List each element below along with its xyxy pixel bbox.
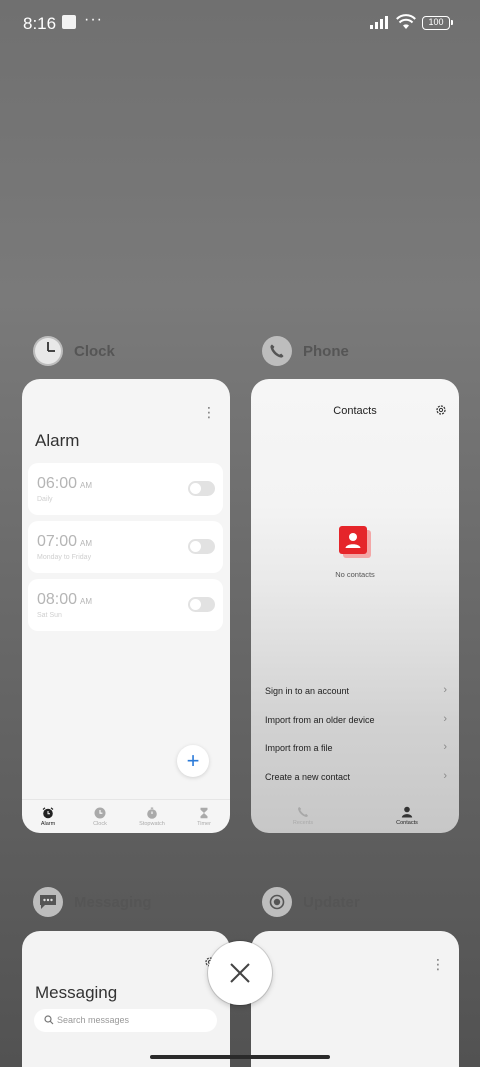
more-options-icon: ⋮ [202,404,216,420]
alarm-toggle [188,597,215,612]
search-placeholder: Search messages [57,1015,130,1025]
app-name: Updater [303,893,360,911]
option-label: Sign in to an account [265,686,350,696]
app-header-clock[interactable]: Clock [33,335,115,367]
option-label: Import from an older device [265,715,375,725]
nav-label: Contacts [396,820,418,826]
phone-icon [298,807,308,817]
alarm-item: 07:00 AM Monday to Friday [28,521,223,573]
clock-app-icon [33,336,63,366]
phone-app-icon [262,336,292,366]
nav-contacts: Contacts [355,799,459,833]
alarm-time: 07:00 [37,533,78,550]
close-icon [230,963,250,983]
alarm-toggle [188,481,215,496]
search-icon [44,1015,54,1025]
app-card-phone[interactable]: Contacts No contacts Sign in to an accou… [251,379,459,833]
screen-title: Messaging [35,983,118,1002]
stopwatch-icon [147,807,157,819]
app-card-messaging[interactable]: Messaging Search messages [22,931,230,1067]
alarm-time: 06:00 [37,475,78,492]
search-field: Search messages [34,1009,217,1032]
battery-level: 100 [428,17,444,27]
alarm-repeat: Sat Sun [37,612,62,619]
nav-timer: Timer [178,800,230,833]
nav-label: Timer [197,820,211,827]
settings-gear-icon [436,405,446,415]
screen-title: Contacts [333,405,377,417]
messaging-app-icon [33,887,63,917]
chevron-right-icon: › [443,713,447,725]
alarm-time: 08:00 [37,591,78,608]
screen-title: Alarm [35,431,80,450]
app-header-messaging[interactable]: Messaging [33,886,152,918]
no-contacts-icon [339,526,371,558]
option-label: Create a new contact [265,772,351,782]
nav-alarm: Alarm [22,800,74,833]
notification-icon [62,15,76,29]
alarm-clock-icon [42,806,54,818]
battery-icon: 100 [422,16,453,30]
chevron-right-icon: › [443,684,447,696]
alarm-item: 06:00 AM Daily [28,463,223,515]
person-icon [401,806,413,818]
alarm-ampm: AM [80,597,93,606]
clear-all-button[interactable] [208,941,272,1005]
create-contact-option: Create a new contact › [265,770,447,782]
hourglass-icon [200,807,208,818]
clock-icon [94,807,106,818]
status-time: 8:16 [23,14,57,33]
nav-stopwatch: Stopwatch [126,800,178,833]
phone-bottom-nav: Recents Contacts [251,799,459,833]
app-name: Messaging [74,893,152,911]
chevron-right-icon: › [443,770,447,782]
signal-icon [370,16,388,29]
alarm-repeat: Daily [37,496,53,503]
alarm-toggle [188,539,215,554]
chevron-right-icon: › [443,741,447,753]
import-older-device-option: Import from an older device › [265,713,447,725]
clock-bottom-nav: Alarm Clock Stopwatch Timer [22,799,230,833]
app-card-updater[interactable]: ⋮ [251,931,459,1067]
nav-label: Recents [292,820,314,826]
empty-state-text: No contacts [335,570,375,579]
app-name: Phone [303,342,349,360]
alarm-ampm: AM [80,481,93,490]
alarm-ampm: AM [80,539,93,548]
status-bar: 8:16 ··· 100 [0,0,480,46]
nav-clock: Clock [74,800,126,833]
app-name: Clock [74,342,115,360]
alarm-repeat: Monday to Friday [37,554,92,561]
more-notifications-icon: ··· [84,11,103,28]
nav-label: Stopwatch [139,820,165,827]
alarm-item: 08:00 AM Sat Sun [28,579,223,631]
app-header-updater[interactable]: Updater [262,886,360,918]
import-file-option: Import from a file › [265,741,447,753]
nav-recents: Recents [251,799,355,833]
app-header-phone[interactable]: Phone [262,335,349,367]
updater-app-icon [262,887,292,917]
add-alarm-icon: + [177,745,209,777]
nav-label: Alarm [40,820,56,827]
app-card-clock[interactable]: ⋮ Alarm 06:00 AM Daily 07:00 AM Monday to … [22,379,230,833]
home-indicator[interactable] [150,1055,330,1059]
option-label: Import from a file [265,743,333,753]
sign-in-account-option: Sign in to an account › [265,684,447,696]
wifi-icon [396,14,416,29]
more-options-icon: ⋮ [431,956,445,972]
nav-label: Clock [93,820,107,827]
